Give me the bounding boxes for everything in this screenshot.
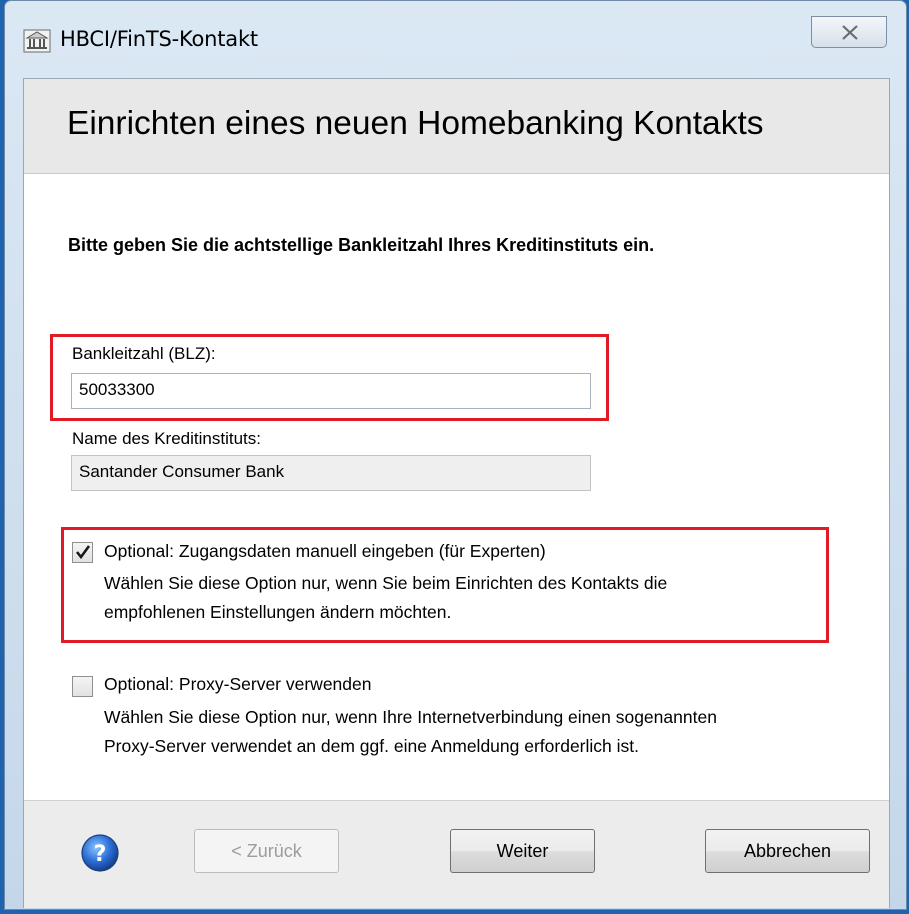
svg-text:?: ? bbox=[94, 842, 107, 867]
page-title: Einrichten eines neuen Homebanking Konta… bbox=[67, 105, 764, 142]
close-button[interactable] bbox=[811, 16, 887, 48]
dialog-content: Einrichten eines neuen Homebanking Konta… bbox=[23, 78, 890, 908]
blz-input[interactable]: 50033300 bbox=[71, 373, 591, 409]
instruction-text: Bitte geben Sie die achtstellige Banklei… bbox=[68, 235, 655, 255]
proxy-description-2: Proxy-Server verwendet an dem ggf. eine … bbox=[104, 736, 639, 756]
header-band: Einrichten eines neuen Homebanking Konta… bbox=[24, 79, 889, 174]
next-button[interactable]: Weiter bbox=[450, 829, 595, 873]
proxy-description-1: Wählen Sie diese Option nur, wenn Ihre I… bbox=[104, 707, 717, 727]
back-button[interactable]: < Zurück bbox=[194, 829, 339, 873]
title-bar[interactable]: HBCI/FinTS-Kontakt bbox=[5, 1, 906, 78]
proxy-checkbox[interactable] bbox=[72, 676, 93, 697]
manual-access-label[interactable]: Optional: Zugangsdaten manuell eingeben … bbox=[104, 537, 546, 566]
dialog-window: HBCI/FinTS-Kontakt Einrichten eines neue… bbox=[4, 0, 907, 910]
manual-access-checkbox[interactable] bbox=[72, 542, 93, 563]
bank-name-field: Santander Consumer Bank bbox=[71, 455, 591, 491]
manual-access-description-1: Wählen Sie diese Option nur, wenn Sie be… bbox=[104, 573, 668, 593]
bank-name-label: Name des Kreditinstituts: bbox=[72, 429, 261, 448]
cancel-button[interactable]: Abbrechen bbox=[705, 829, 870, 873]
window-title: HBCI/FinTS-Kontakt bbox=[60, 27, 258, 51]
proxy-label[interactable]: Optional: Proxy-Server verwenden bbox=[104, 670, 371, 699]
help-icon[interactable]: ? bbox=[80, 833, 120, 873]
button-bar: ? < Zurück Weiter Abbrechen bbox=[24, 800, 889, 908]
close-icon bbox=[842, 25, 858, 40]
manual-access-description-2: empfohlenen Einstellungen ändern möchten… bbox=[104, 602, 452, 622]
blz-label: Bankleitzahl (BLZ): bbox=[72, 344, 216, 363]
checkmark-icon bbox=[75, 545, 91, 560]
bank-icon bbox=[23, 29, 51, 53]
